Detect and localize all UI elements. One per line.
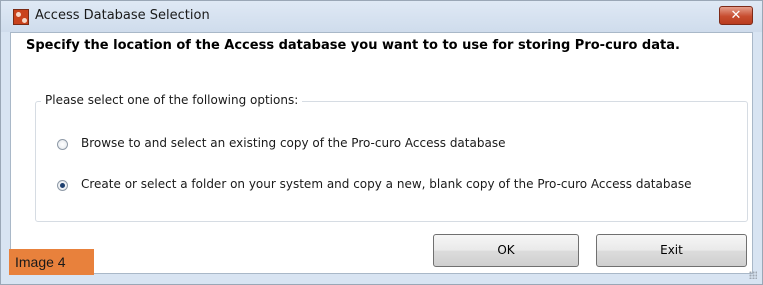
close-button[interactable]: ✕ <box>719 6 753 25</box>
ok-button[interactable]: OK <box>433 234 579 267</box>
image-tag: Image 4 <box>9 249 94 275</box>
option-browse-radio[interactable] <box>57 139 68 150</box>
close-icon: ✕ <box>730 8 742 23</box>
options-groupbox <box>35 101 748 222</box>
resize-grip-icon[interactable] <box>749 271 757 279</box>
exit-button[interactable]: Exit <box>596 234 747 267</box>
title-bar[interactable]: Access Database Selection ✕ <box>1 1 762 32</box>
window-title: Access Database Selection <box>35 8 210 23</box>
options-group-label: Please select one of the following optio… <box>41 93 303 107</box>
app-icon <box>13 9 29 25</box>
option-create-label[interactable]: Create or select a folder on your system… <box>81 177 691 191</box>
option-create-radio[interactable] <box>57 180 68 191</box>
instruction-text: Specify the location of the Access datab… <box>26 38 680 53</box>
option-browse-label[interactable]: Browse to and select an existing copy of… <box>81 136 505 150</box>
